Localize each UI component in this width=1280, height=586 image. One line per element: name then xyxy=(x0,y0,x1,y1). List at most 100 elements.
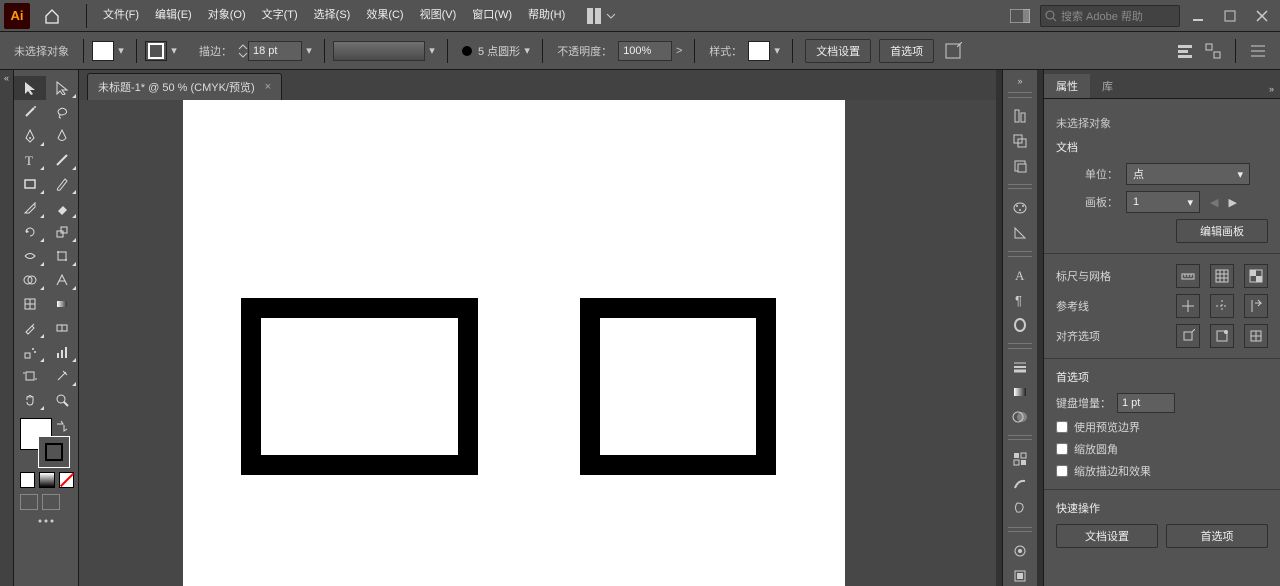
menu-window[interactable]: 窗口(W) xyxy=(464,0,520,31)
screen-mode-row[interactable] xyxy=(20,494,78,510)
column-graph-tool[interactable] xyxy=(46,340,78,364)
stroke-panel-icon[interactable] xyxy=(1008,359,1032,376)
free-transform-tool[interactable] xyxy=(46,244,78,268)
eyedropper-tool[interactable] xyxy=(14,316,46,340)
artboard-tool[interactable] xyxy=(14,364,46,388)
character-panel-icon[interactable]: A xyxy=(1008,267,1032,284)
transform-panel-icon[interactable] xyxy=(1205,43,1221,59)
swap-fill-stroke-icon[interactable] xyxy=(56,420,68,432)
graphic-styles-panel-icon[interactable] xyxy=(1008,567,1032,584)
window-maximize-icon[interactable] xyxy=(1216,6,1244,26)
direct-selection-tool[interactable] xyxy=(46,76,78,100)
help-search-input[interactable]: 搜索 Adobe 帮助 xyxy=(1040,5,1180,27)
workspace-switcher-icon[interactable] xyxy=(1010,9,1030,23)
fill-swatch[interactable] xyxy=(92,41,114,61)
opacity-field[interactable]: 100% xyxy=(618,41,672,61)
line-tool[interactable] xyxy=(46,148,78,172)
collapse-panel-icon[interactable]: » xyxy=(1269,84,1274,94)
opacity-dropdown-icon[interactable]: > xyxy=(672,42,686,60)
hand-tool[interactable] xyxy=(14,388,46,412)
transform-panel-icon[interactable] xyxy=(1008,157,1032,174)
collapse-right-icon[interactable]: » xyxy=(1017,76,1022,86)
menu-file[interactable]: 文件(F) xyxy=(95,0,147,31)
rectangle-shape[interactable] xyxy=(580,298,776,475)
appearance-panel-icon[interactable] xyxy=(1008,542,1032,559)
stroke-weight-stepper-icon[interactable] xyxy=(238,42,248,60)
zoom-tool[interactable] xyxy=(46,388,78,412)
menu-object[interactable]: 对象(O) xyxy=(200,0,254,31)
document-tab[interactable]: 未标题-1* @ 50 % (CMYK/预览) × xyxy=(87,73,282,100)
transparency-panel-icon[interactable] xyxy=(1008,408,1032,425)
next-artboard-icon[interactable]: ▶ xyxy=(1228,196,1236,209)
perspective-grid-tool[interactable] xyxy=(46,268,78,292)
doc-setup-button[interactable]: 文档设置 xyxy=(805,39,871,63)
canvas[interactable] xyxy=(79,100,996,586)
transparency-grid-icon[interactable] xyxy=(1244,264,1268,288)
snap-point-icon[interactable] xyxy=(1210,324,1234,348)
brushes-panel-icon[interactable] xyxy=(1008,475,1032,492)
eraser-tool[interactable] xyxy=(46,196,78,220)
scale-tool[interactable] xyxy=(46,220,78,244)
show-guides-icon[interactable] xyxy=(1176,294,1200,318)
blend-tool[interactable] xyxy=(46,316,78,340)
stroke-weight-field[interactable]: 18 pt xyxy=(248,41,302,61)
collapse-left-icon[interactable]: « xyxy=(4,73,9,83)
fill-stroke-proxy[interactable] xyxy=(20,418,78,466)
tab-libraries[interactable]: 库 xyxy=(1090,74,1125,98)
brush-dropdown-icon[interactable]: ▾ xyxy=(520,42,534,60)
qa-preferences-button[interactable]: 首选项 xyxy=(1166,524,1268,548)
lock-guides-icon[interactable] xyxy=(1210,294,1234,318)
swatches-panel-icon[interactable] xyxy=(1008,450,1032,467)
window-close-icon[interactable] xyxy=(1248,6,1276,26)
lasso-tool[interactable] xyxy=(46,100,78,124)
shaper-tool[interactable] xyxy=(14,196,46,220)
pathfinder-panel-icon[interactable] xyxy=(1008,132,1032,149)
variable-width-profile[interactable] xyxy=(333,41,425,61)
rectangle-shape[interactable] xyxy=(241,298,478,475)
rectangle-tool[interactable] xyxy=(14,172,46,196)
color-panel-icon[interactable] xyxy=(1008,199,1032,216)
snap-pixel-icon[interactable] xyxy=(1176,324,1200,348)
symbols-panel-icon[interactable] xyxy=(1008,500,1032,517)
stroke-dropdown-icon[interactable]: ▾ xyxy=(167,42,181,60)
edit-toolbar-icon[interactable] xyxy=(14,518,78,524)
selection-tool[interactable] xyxy=(14,76,46,100)
layout-arrange-icon[interactable] xyxy=(587,8,615,24)
magic-wand-tool[interactable] xyxy=(14,100,46,124)
variable-width-dropdown-icon[interactable]: ▾ xyxy=(425,42,439,60)
list-panel-icon[interactable] xyxy=(1250,43,1266,59)
edit-artboards-button[interactable]: 编辑画板 xyxy=(1176,219,1268,243)
prev-artboard-icon[interactable]: ◀ xyxy=(1210,196,1218,209)
qa-doc-setup-button[interactable]: 文档设置 xyxy=(1056,524,1158,548)
stroke-swatch[interactable] xyxy=(145,41,167,61)
keyboard-increment-field[interactable]: 1 pt xyxy=(1117,393,1175,413)
menu-edit[interactable]: 编辑(E) xyxy=(147,0,200,31)
smart-guides-icon[interactable] xyxy=(1244,294,1268,318)
grid-icon[interactable] xyxy=(1210,264,1234,288)
symbol-sprayer-tool[interactable] xyxy=(14,340,46,364)
width-tool[interactable] xyxy=(14,244,46,268)
fill-dropdown-icon[interactable]: ▾ xyxy=(114,42,128,60)
type-tool[interactable]: T xyxy=(14,148,46,172)
align-panel-icon[interactable] xyxy=(1008,108,1032,125)
menu-select[interactable]: 选择(S) xyxy=(306,0,359,31)
home-icon[interactable] xyxy=(40,4,64,28)
mesh-tool[interactable] xyxy=(14,292,46,316)
scale-corners-checkbox[interactable]: 缩放圆角 xyxy=(1056,441,1268,457)
paragraph-panel-icon[interactable]: ¶ xyxy=(1008,291,1032,308)
tab-close-icon[interactable]: × xyxy=(265,81,271,93)
menu-type[interactable]: 文字(T) xyxy=(254,0,306,31)
stroke-weight-dropdown-icon[interactable]: ▾ xyxy=(302,42,316,60)
slice-tool[interactable] xyxy=(46,364,78,388)
align-panel-icon[interactable] xyxy=(1177,43,1193,59)
color-mode-row[interactable] xyxy=(20,472,78,488)
gradient-panel-icon[interactable] xyxy=(1008,383,1032,400)
scale-strokes-checkbox[interactable]: 缩放描边和效果 xyxy=(1056,463,1268,479)
shape-builder-tool[interactable] xyxy=(14,268,46,292)
preview-bounds-checkbox[interactable]: 使用预览边界 xyxy=(1056,419,1268,435)
style-swatch[interactable] xyxy=(748,41,770,61)
snap-grid-icon[interactable] xyxy=(1244,324,1268,348)
paintbrush-tool[interactable] xyxy=(46,172,78,196)
artboard-select[interactable]: 1▾ xyxy=(1126,191,1200,213)
color-guide-panel-icon[interactable] xyxy=(1008,224,1032,241)
